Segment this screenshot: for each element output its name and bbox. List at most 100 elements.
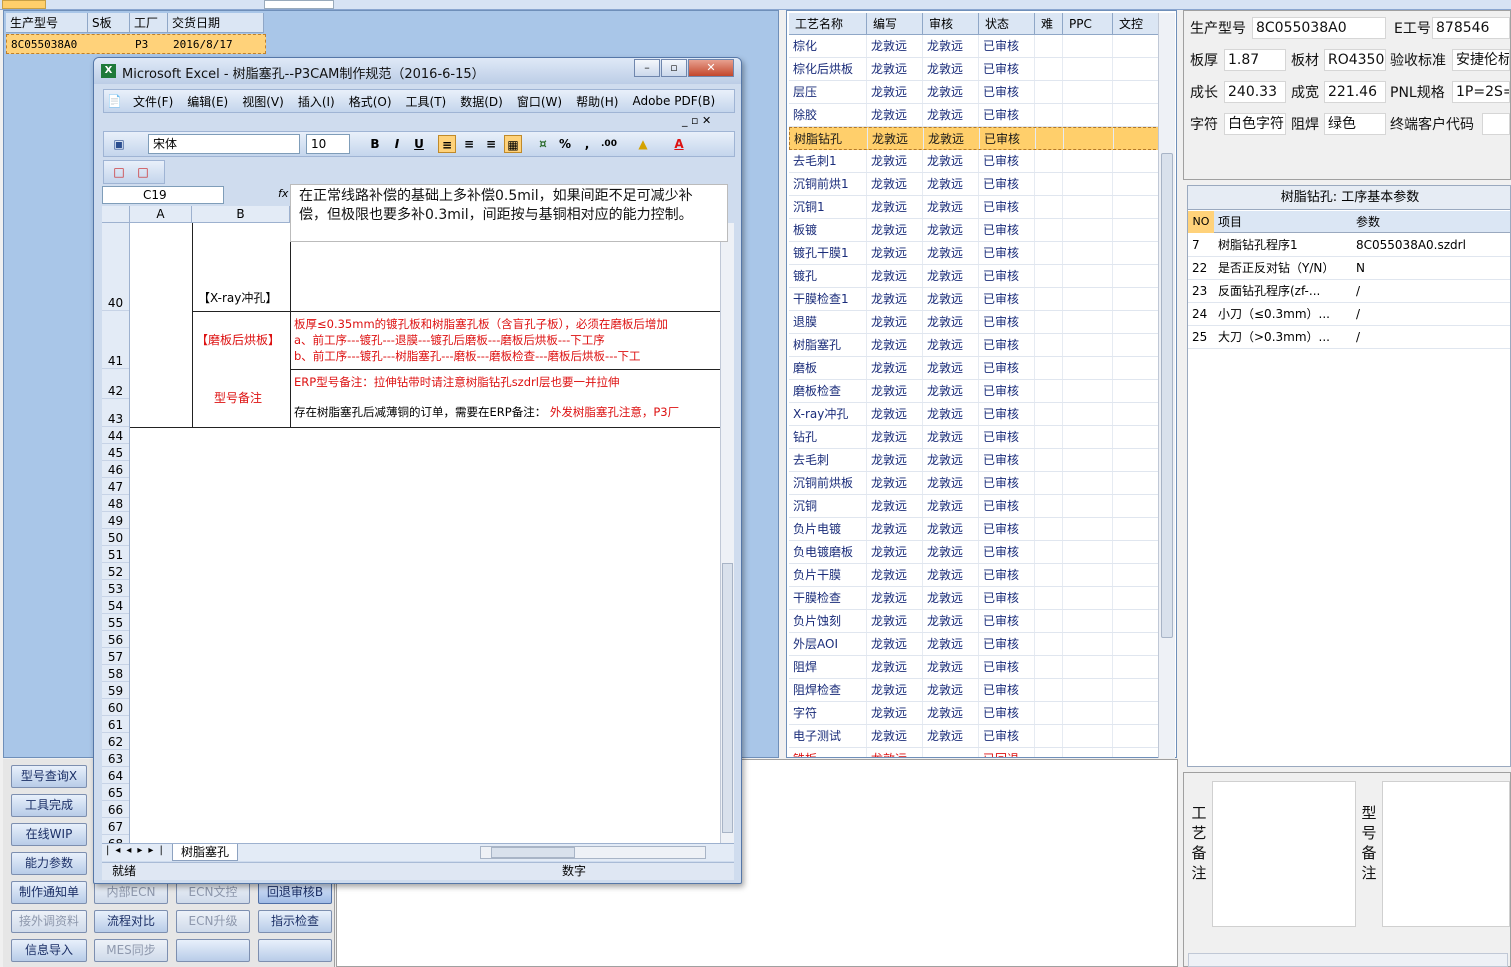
info-import-button[interactable]: 信息导入 [11, 939, 87, 962]
col-writer[interactable]: 编写 [867, 13, 923, 34]
process-row[interactable]: 树脂钻孔 龙敦远 龙敦远 已审核 [789, 127, 1161, 150]
restore-icon[interactable]: ▫ [661, 59, 687, 77]
merge-center-icon[interactable]: ▦ [504, 135, 522, 153]
params-col-item[interactable]: 项目 [1218, 211, 1348, 233]
process-row[interactable]: 树脂塞孔 龙敦远 龙敦远 已审核 [789, 334, 1159, 357]
params-row[interactable]: 7 树脂钻孔程序1 8C055038A0.szdrl [1188, 234, 1510, 257]
process-row[interactable]: 字符 龙敦远 龙敦远 已审核 [789, 702, 1159, 725]
params-row[interactable]: 22 是否正反对钻（Y/N） N [1188, 257, 1510, 280]
menu-tools[interactable]: 工具(T) [399, 93, 454, 110]
row-header[interactable]: 59 [102, 682, 129, 699]
menu-view[interactable]: 视图(V) [235, 93, 291, 110]
process-row[interactable]: 负片干膜 龙敦远 龙敦远 已审核 [789, 564, 1159, 587]
font-name-select[interactable]: 宋体 [148, 134, 300, 154]
col-doc-control[interactable]: 文控 [1113, 13, 1159, 34]
col-reviewer[interactable]: 审核 [923, 13, 979, 34]
row-header[interactable]: 45 [102, 444, 129, 461]
process-row[interactable]: 棕化 龙敦远 龙敦远 已审核 [789, 35, 1159, 58]
width-field[interactable]: 221.46 [1324, 81, 1386, 103]
row-header[interactable]: 56 [102, 631, 129, 648]
process-row[interactable]: 负片电镀 龙敦远 龙敦远 已审核 [789, 518, 1159, 541]
eno-field[interactable]: 878546 [1432, 17, 1510, 39]
process-row[interactable]: 电子测试 龙敦远 龙敦远 已审核 [789, 725, 1159, 748]
sheet-tab-resin[interactable]: 树脂塞孔 [172, 844, 239, 861]
col-status[interactable]: 状态 [979, 13, 1035, 34]
row-header[interactable]: 53 [102, 580, 129, 597]
model-query-button[interactable]: 型号查询X [11, 765, 87, 788]
notice-button[interactable]: 制作通知单 [11, 881, 87, 904]
fx-icon[interactable]: fx [278, 187, 288, 200]
align-left-icon[interactable]: ≡ [438, 135, 456, 153]
instruction-check-button[interactable]: 指示检查 [258, 910, 332, 933]
process-row[interactable]: X-ray冲孔 龙敦远 龙敦远 已审核 [789, 403, 1159, 426]
row-header[interactable]: 66 [102, 801, 129, 818]
underline-icon[interactable]: U [410, 135, 428, 153]
menu-format[interactable]: 格式(O) [342, 93, 399, 110]
process-row[interactable]: 钻孔 龙敦远 龙敦远 已审核 [789, 426, 1159, 449]
menu-insert[interactable]: 插入(I) [291, 93, 342, 110]
col-process-name[interactable]: 工艺名称 [789, 13, 867, 34]
params-row[interactable]: 23 反面钻孔程序(zf-... / [1188, 280, 1510, 303]
row-header[interactable]: 65 [102, 784, 129, 801]
menu-adobe-pdf[interactable]: Adobe PDF(B) [625, 94, 722, 108]
online-wip-button[interactable]: 在线WIP [11, 823, 87, 846]
row-header[interactable]: 41 [102, 311, 129, 369]
sheet-vscroll-thumb[interactable] [722, 563, 733, 833]
process-row[interactable]: 棕化后烘板 龙敦远 龙敦远 已审核 [789, 58, 1159, 81]
col-difficulty[interactable]: 难 [1035, 13, 1063, 34]
row-header[interactable]: 63 [102, 750, 129, 767]
col-model[interactable]: 生产型号 [6, 13, 88, 32]
row-header[interactable]: 51 [102, 546, 129, 563]
internal-ecn-button[interactable]: 内部ECN [94, 881, 168, 904]
active-tab-indicator[interactable] [2, 0, 46, 9]
process-row[interactable]: 铣板龙敦远 已回退 [789, 748, 1159, 757]
process-row[interactable]: 沉铜1 龙敦远 龙敦远 已审核 [789, 196, 1159, 219]
params-col-no[interactable]: NO [1188, 211, 1214, 233]
process-row[interactable]: 沉铜 龙敦远 龙敦远 已审核 [789, 495, 1159, 518]
save-icon[interactable]: ▣ [110, 135, 128, 153]
italic-icon[interactable]: I [388, 135, 406, 153]
doc-window-controls[interactable]: _ ▫ ✕ [682, 114, 711, 127]
process-row[interactable]: 去毛刺 龙敦远 龙敦远 已审核 [789, 449, 1159, 472]
process-row[interactable]: 外层AOI 龙敦远 龙敦远 已审核 [789, 633, 1159, 656]
sheet-vscroll[interactable] [720, 223, 734, 843]
pdf-email-icon[interactable]: □ [134, 163, 152, 181]
row-header[interactable]: 48 [102, 495, 129, 512]
process-row[interactable]: 负电镀磨板 龙敦远 龙敦远 已审核 [789, 541, 1159, 564]
flow-compare-button[interactable]: 流程对比 [94, 910, 168, 933]
params-col-value[interactable]: 参数 [1356, 211, 1506, 233]
process-row[interactable]: 退膜 龙敦远 龙敦远 已审核 [789, 311, 1159, 334]
menu-help[interactable]: 帮助(H) [569, 93, 625, 110]
col-header-b[interactable]: B [192, 206, 290, 222]
menu-window[interactable]: 窗口(W) [510, 93, 569, 110]
col-delivery[interactable]: 交货日期 [168, 13, 264, 32]
row-header[interactable]: 46 [102, 461, 129, 478]
process-scroll-thumb[interactable] [1161, 153, 1173, 638]
model-field[interactable]: 8C055038A0 [1252, 17, 1386, 39]
sheet-hscroll-thumb[interactable] [491, 847, 575, 858]
process-row[interactable]: 磨板检查 龙敦远 龙敦远 已审核 [789, 380, 1159, 403]
process-row[interactable]: 干膜检查 龙敦远 龙敦远 已审核 [789, 587, 1159, 610]
doc-icon[interactable]: 📄 [104, 94, 126, 108]
standard-field[interactable]: 安捷伦标 [1452, 49, 1510, 71]
order-row[interactable]: 8C055038A0 P3 2016/8/17 [6, 34, 266, 54]
menu-file[interactable]: 文件(F) [126, 93, 180, 110]
model-note-box[interactable] [1382, 781, 1510, 927]
mask-field[interactable]: 绿色 [1324, 113, 1386, 135]
process-row[interactable]: 镀孔干膜1 龙敦远 龙敦远 已审核 [789, 242, 1159, 265]
name-box[interactable]: C19 [102, 186, 224, 204]
row-header[interactable]: 60 [102, 699, 129, 716]
row-header[interactable]: 54 [102, 597, 129, 614]
row-header[interactable]: 44 [102, 427, 129, 444]
row-header[interactable]: 58 [102, 665, 129, 682]
font-color-icon[interactable]: A [670, 135, 688, 153]
sheet-hscroll[interactable] [480, 846, 706, 859]
process-row[interactable]: 板镀 龙敦远 龙敦远 已审核 [789, 219, 1159, 242]
comma-icon[interactable]: , [578, 135, 596, 153]
row-header[interactable]: 49 [102, 512, 129, 529]
pdf-convert-icon[interactable]: □ [110, 163, 128, 181]
col-ppc[interactable]: PPC [1063, 13, 1113, 34]
sheet-nav-icons[interactable]: |◂◂▸▸| [106, 845, 169, 856]
process-row[interactable]: 磨板 龙敦远 龙敦远 已审核 [789, 357, 1159, 380]
rollback-review-button[interactable]: 回退审核B [258, 881, 332, 904]
